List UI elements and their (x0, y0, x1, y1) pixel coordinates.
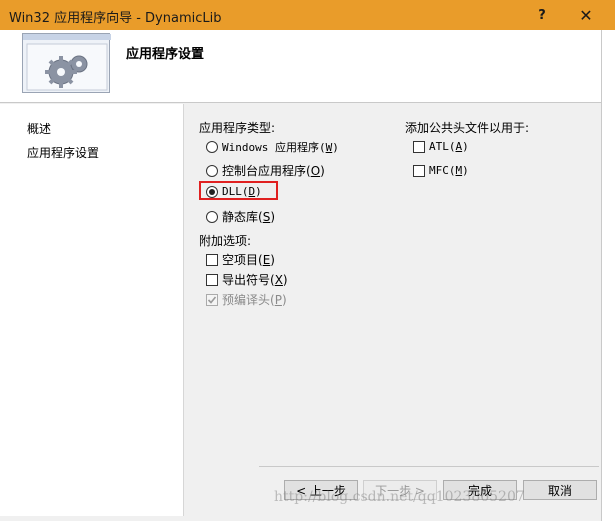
wizard-header: 应用程序设置 (0, 30, 612, 103)
radio-circle[interactable] (206, 141, 218, 153)
radio-static-lib-label: 静态库(S) (222, 210, 275, 224)
wizard-nav: 概述 应用程序设置 (0, 104, 184, 516)
checkbox-precompiled-header-label: 预编译头(P) (222, 293, 287, 307)
help-button[interactable]: ? (519, 0, 565, 30)
checkbox-export-symbols-label: 导出符号(X) (222, 273, 288, 287)
checkbox-box-checked-disabled (206, 293, 218, 306)
help-icon: ? (538, 7, 546, 23)
radio-windows-app[interactable]: Windows 应用程序(W) (206, 139, 339, 155)
nav-item-overview[interactable]: 概述 (27, 120, 51, 137)
title-bar: Win32 应用程序向导 - DynamicLib ? ✕ (0, 0, 615, 30)
checkbox-empty-project[interactable]: 空项目(E) (206, 251, 275, 268)
checkbox-box[interactable] (206, 253, 218, 266)
checkbox-box[interactable] (413, 140, 425, 153)
checkbox-mfc-label: MFC(M) (429, 164, 469, 177)
radio-circle[interactable] (206, 164, 218, 177)
radio-circle[interactable] (206, 210, 218, 223)
checkbox-export-symbols[interactable]: 导出符号(X) (206, 271, 288, 288)
checkbox-atl-label: ATL(A) (429, 140, 469, 153)
radio-static-lib[interactable]: 静态库(S) (206, 208, 275, 225)
close-icon: ✕ (579, 5, 593, 25)
radio-console-app[interactable]: 控制台应用程序(O) (206, 162, 325, 179)
checkbox-mfc[interactable]: MFC(M) (413, 164, 469, 177)
checkbox-box[interactable] (206, 273, 218, 286)
prev-button[interactable]: < 上一步 (284, 480, 358, 500)
radio-windows-app-label: Windows 应用程序(W) (222, 141, 339, 154)
extra-options-label: 附加选项: (199, 234, 252, 248)
dll-highlight-box (199, 181, 278, 200)
background-window-edge (601, 30, 615, 521)
page-title: 应用程序设置 (126, 47, 205, 62)
checkbox-box[interactable] (413, 164, 425, 177)
checkbox-empty-project-label: 空项目(E) (222, 253, 275, 267)
finish-button[interactable]: 完成 (443, 480, 517, 500)
window-title: Win32 应用程序向导 - DynamicLib (9, 11, 222, 26)
app-type-label: 应用程序类型: (199, 121, 276, 135)
gears-window-icon (22, 33, 111, 93)
close-button[interactable]: ✕ (563, 0, 609, 30)
common-headers-label: 添加公共头文件以用于: (405, 121, 530, 135)
checkbox-precompiled-header: 预编译头(P) (206, 291, 287, 308)
next-button: 下一步 > (363, 480, 437, 500)
cancel-button[interactable]: 取消 (523, 480, 597, 500)
checkbox-atl[interactable]: ATL(A) (413, 140, 469, 153)
radio-console-app-label: 控制台应用程序(O) (222, 164, 325, 178)
checkmark-icon (207, 295, 217, 304)
footer-divider (259, 466, 599, 467)
nav-item-app-settings[interactable]: 应用程序设置 (27, 144, 99, 161)
